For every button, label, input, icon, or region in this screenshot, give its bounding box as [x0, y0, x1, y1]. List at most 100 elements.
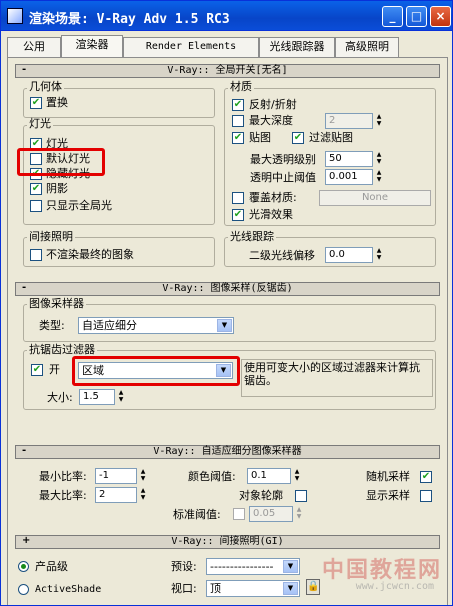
tab-render-elements[interactable]: Render Elements [123, 37, 259, 57]
transp-cutoff-spin-arrows[interactable]: ▲ ▼ [375, 169, 383, 185]
maps-checkbox[interactable]: ✔ [232, 132, 244, 144]
sampler-type-label: 类型: [39, 319, 65, 332]
tab-renderer[interactable]: 渲染器 [61, 35, 123, 58]
lock-icon[interactable]: 🔒 [306, 579, 320, 595]
rollout-image-sampler[interactable]: - V-Ray:: 图像采样(反锯齿) [15, 282, 440, 296]
filter-maps-label: 过滤贴图 [309, 131, 353, 144]
filter-maps-checkbox[interactable]: ✔ [292, 132, 304, 144]
normal-threshold-spinner[interactable]: 0.05 [249, 506, 293, 522]
max-transp-spin-arrows[interactable]: ▲ ▼ [375, 151, 383, 167]
preset-value: ---------------- [210, 560, 274, 573]
watermark-text: 中国教程网 [321, 558, 442, 583]
chevron-down-icon: ▼ [217, 319, 232, 332]
sampler-type-value: 自适应细分 [82, 319, 137, 332]
min-rate-spin-arrows[interactable]: ▲ ▼ [139, 468, 147, 484]
viewport-label: 视口: [171, 582, 197, 595]
viewport-value: 顶 [210, 582, 221, 595]
color-threshold-spinner[interactable]: 0.1 [247, 468, 291, 484]
max-transp-levels-spinner[interactable]: 50 [325, 151, 373, 167]
rollout-indirect-illumination[interactable]: + V-Ray:: 间接照明(GI) [15, 535, 440, 549]
normal-threshold-checkbox[interactable] [233, 508, 245, 520]
displacement-checkbox[interactable]: ✔ [30, 97, 42, 109]
aa-filter-label: 抗锯齿过滤器 [27, 343, 97, 356]
override-mtl-checkbox[interactable] [232, 192, 244, 204]
materials-label: 材质 [228, 80, 254, 93]
secondary-bias-label: 二级光线偏移 [249, 249, 315, 262]
render-scene-window: 渲染场景: V-Ray Adv 1.5 RC3 _ □ × 公用 渲染器 Ren… [0, 0, 453, 606]
show-samples-checkbox[interactable] [420, 490, 432, 502]
max-transp-levels-label: 最大透明级别 [250, 153, 316, 166]
viewport-dropdown[interactable]: 顶 ▼ [206, 580, 300, 597]
show-samples-label: 显示采样 [366, 489, 410, 502]
show-gi-only-label: 只显示全局光 [46, 199, 112, 212]
dont-render-final-label: 不渲染最终的图象 [46, 248, 134, 261]
production-radio[interactable] [18, 561, 29, 572]
app-icon [7, 8, 23, 24]
window-title: 渲染场景: V-Ray Adv 1.5 RC3 [29, 12, 230, 27]
secondary-bias-spin-arrows[interactable]: ▲ ▼ [375, 247, 383, 263]
tab-common[interactable]: 公用 [7, 37, 61, 57]
lighting-label: 灯光 [27, 117, 53, 130]
chevron-down-icon: ▼ [283, 560, 298, 573]
preset-label: 预设: [171, 560, 197, 573]
normal-threshold-label: 标准阈值: [173, 508, 221, 521]
max-depth-spin-arrows[interactable]: ▲ ▼ [375, 113, 383, 129]
randomize-samples-label: 随机采样 [366, 470, 410, 483]
image-sampler-label: 图像采样器 [27, 297, 86, 310]
minimize-button[interactable]: _ [382, 6, 403, 27]
dont-render-final-checkbox[interactable] [30, 249, 42, 261]
rollout-global-switches[interactable]: - V-Ray:: 全局开关[无名] [15, 64, 440, 78]
maps-label: 贴图 [249, 131, 271, 144]
color-threshold-spin-arrows[interactable]: ▲ ▼ [293, 468, 301, 484]
max-rate-spinner[interactable]: 2 [95, 487, 137, 503]
rollout-title: V-Ray:: 间接照明(GI) [171, 536, 284, 547]
filter-size-spin-arrows[interactable]: ▲ ▼ [117, 389, 125, 405]
aa-filter-on-checkbox[interactable]: ✔ [31, 364, 43, 376]
displacement-label: 置换 [46, 96, 68, 109]
watermark-url: www.jcwcn.com [355, 581, 434, 592]
max-rate-label: 最大比率: [39, 489, 87, 502]
max-rate-spin-arrows[interactable]: ▲ ▼ [139, 487, 147, 503]
sampler-type-dropdown[interactable]: 自适应细分 ▼ [78, 317, 234, 334]
transp-cutoff-spinner[interactable]: 0.001 [325, 169, 373, 185]
secondary-bias-spinner[interactable]: 0.0 [325, 247, 373, 263]
glossy-effects-checkbox[interactable]: ✔ [232, 209, 244, 221]
raytracing-label: 光线跟踪 [228, 230, 276, 243]
rollout-adaptive-subdivision[interactable]: - V-Ray:: 自适应细分图像采样器 [15, 445, 440, 459]
indirect-label: 间接照明 [27, 230, 75, 243]
tab-raytracer[interactable]: 光线跟踪器 [259, 37, 335, 57]
object-outline-checkbox[interactable] [295, 490, 307, 502]
object-outline-label: 对象轮廓 [239, 489, 283, 502]
min-rate-label: 最小比率: [39, 470, 87, 483]
override-mtl-button[interactable]: None [319, 190, 431, 206]
shadows-label: 阴影 [46, 182, 68, 195]
preset-dropdown[interactable]: ---------------- ▼ [206, 558, 300, 575]
filter-size-spinner[interactable]: 1.5 [79, 389, 115, 405]
shadows-checkbox[interactable]: ✔ [30, 183, 42, 195]
filter-size-label: 大小: [47, 391, 73, 404]
activeshade-radio[interactable] [18, 584, 29, 595]
max-depth-checkbox[interactable] [232, 115, 244, 127]
highlight-box-default-lights [17, 148, 105, 176]
highlight-box-aa-filter [72, 356, 240, 386]
maximize-button[interactable]: □ [406, 6, 427, 27]
title-bar: 渲染场景: V-Ray Adv 1.5 RC3 _ □ × [1, 1, 452, 31]
rollout-title: V-Ray:: 全局开关[无名] [167, 65, 288, 76]
activeshade-label: ActiveShade [35, 584, 102, 595]
override-mtl-label: 覆盖材质: [249, 191, 297, 204]
rollout-title: V-Ray:: 图像采样(反锯齿) [162, 283, 293, 294]
rollout-title: V-Ray:: 自适应细分图像采样器 [153, 446, 302, 457]
show-gi-only-checkbox[interactable] [30, 200, 42, 212]
aa-filter-on-label: 开 [49, 363, 60, 376]
reflection-refraction-label: 反射/折射 [249, 98, 297, 111]
color-threshold-label: 颜色阈值: [188, 470, 236, 483]
aa-filter-description: 使用可变大小的区域过滤器来计算抗锯齿。 [241, 359, 433, 397]
transp-cutoff-label: 透明中止阈值 [250, 171, 316, 184]
reflection-refraction-checkbox[interactable]: ✔ [232, 99, 244, 111]
close-button[interactable]: × [430, 6, 451, 27]
max-depth-spinner[interactable]: 2 [325, 113, 373, 129]
randomize-samples-checkbox[interactable]: ✔ [420, 471, 432, 483]
normal-threshold-spin-arrows[interactable]: ▲ ▼ [295, 506, 303, 522]
min-rate-spinner[interactable]: -1 [95, 468, 137, 484]
tab-advanced-lighting[interactable]: 高级照明 [335, 37, 399, 57]
